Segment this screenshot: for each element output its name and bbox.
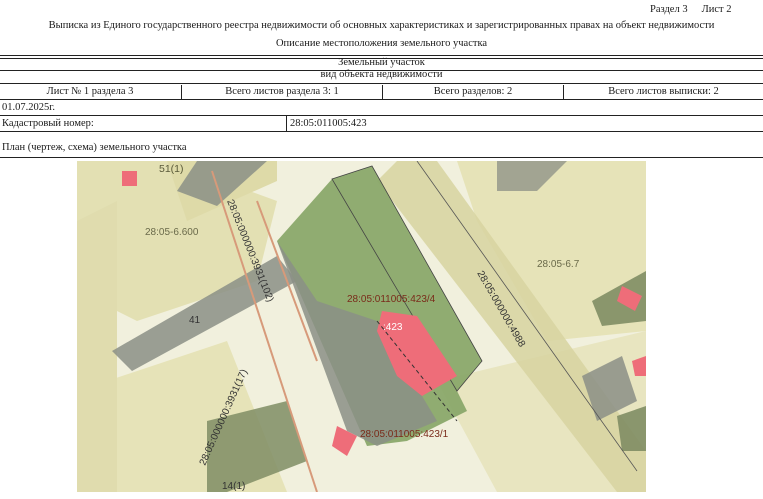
total-sections: Всего разделов: 2	[382, 85, 563, 99]
building	[122, 171, 137, 186]
map-label: 28:05-6.7	[537, 259, 580, 270]
map-svg: 51(1) 28:05-6.600 28:05:000000:3931(102)…	[77, 161, 646, 492]
document-title: Выписка из Единого государственного реес…	[48, 20, 715, 31]
object-type-caption: вид объекта недвижимости	[320, 69, 443, 80]
map-label: 41	[189, 315, 201, 326]
total-sheets-section: Всего листов раздела 3: 1	[181, 85, 382, 99]
divider	[0, 99, 763, 100]
cadastral-value: 28:05:011005:423	[290, 118, 367, 129]
sheet-label: Лист 2	[701, 4, 732, 15]
map-label: 28:05:011005:423/4	[347, 294, 436, 305]
divider	[0, 83, 763, 84]
section-label: Раздел 3	[650, 4, 688, 15]
object-type: Земельный участок	[338, 57, 425, 68]
divider	[0, 115, 763, 116]
parcel-plan-map: 51(1) 28:05-6.600 28:05:000000:3931(102)…	[77, 161, 646, 492]
document-subtitle: Описание местоположения земельного участ…	[275, 38, 488, 49]
map-label: 28:05:011005:423/1	[360, 429, 449, 440]
map-label: 28:05-6.600	[145, 227, 199, 238]
map-label: :423	[383, 322, 403, 333]
page-header: Раздел 3 Лист 2	[650, 4, 745, 15]
divider	[0, 55, 763, 56]
divider	[286, 116, 287, 131]
map-label: 51(1)	[159, 163, 184, 175]
cadastral-label: Кадастровый номер:	[2, 118, 94, 129]
divider	[0, 157, 763, 158]
extract-date: 01.07.2025г.	[2, 102, 55, 113]
sheet-number: Лист № 1 раздела 3	[46, 86, 134, 97]
road-strip	[77, 201, 117, 492]
total-sheets-extract: Всего листов выписки: 2	[563, 85, 763, 99]
map-label: 14(1)	[222, 481, 245, 492]
plan-caption: План (чертеж, схема) земельного участка	[2, 142, 187, 153]
divider	[0, 131, 763, 132]
